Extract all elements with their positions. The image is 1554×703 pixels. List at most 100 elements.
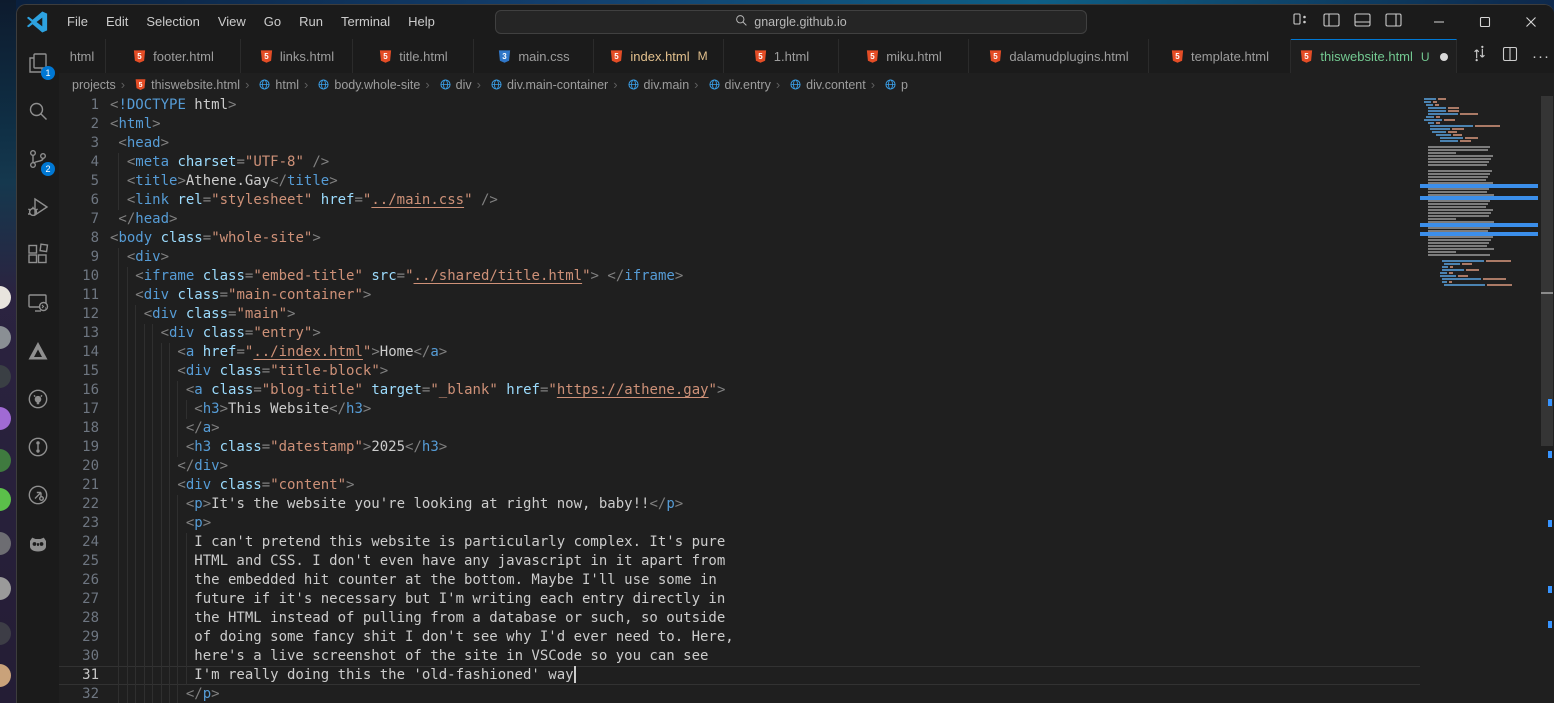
source-control-icon[interactable]: 2 bbox=[17, 135, 59, 183]
code-line-14[interactable]: 14<a href="../index.html">Home</a> bbox=[59, 343, 1420, 362]
code-line-21[interactable]: 21<div class="content"> bbox=[59, 476, 1420, 495]
maximize-button[interactable] bbox=[1462, 5, 1508, 39]
breadcrumb-item-projects[interactable]: projects bbox=[72, 78, 116, 92]
code-line-12[interactable]: 12<div class="main"> bbox=[59, 305, 1420, 324]
indent-guide bbox=[152, 381, 153, 400]
indent-guide bbox=[177, 685, 178, 703]
code-line-11[interactable]: 11<div class="main-container"> bbox=[59, 286, 1420, 305]
code-line-16[interactable]: 16<a class="blog-title" target="_blank" … bbox=[59, 381, 1420, 400]
line-number: 14 bbox=[59, 343, 99, 362]
tab-1.html[interactable]: 51.html bbox=[724, 39, 839, 73]
breadcrumb-item-div.main-container[interactable]: ›div.main-container bbox=[472, 77, 609, 92]
code-line-7[interactable]: 7</head> bbox=[59, 210, 1420, 229]
code-line-1[interactable]: 1<!DOCTYPE html> bbox=[59, 96, 1420, 115]
code-line-23[interactable]: 23<p> bbox=[59, 514, 1420, 533]
menu-go[interactable]: Go bbox=[255, 5, 290, 39]
code-line-32[interactable]: 32</p> bbox=[59, 685, 1420, 703]
menu-help[interactable]: Help bbox=[399, 5, 444, 39]
breadcrumb-item-div[interactable]: ›div bbox=[420, 77, 471, 92]
menu-run[interactable]: Run bbox=[290, 5, 332, 39]
breadcrumb-item-div.entry[interactable]: ›div.entry bbox=[689, 77, 771, 92]
breadcrumb-item-body.whole-site[interactable]: ›body.whole-site bbox=[299, 77, 420, 92]
explorer-icon[interactable]: 1 bbox=[17, 39, 59, 87]
chevron-right-icon: › bbox=[613, 77, 617, 92]
html-file-icon: 5 bbox=[753, 49, 768, 64]
menu-file[interactable]: File bbox=[58, 5, 97, 39]
breadcrumb-item-html[interactable]: ›html bbox=[240, 77, 299, 92]
scrollbar-slider[interactable] bbox=[1541, 96, 1553, 446]
tab-footer.html[interactable]: 5footer.html bbox=[106, 39, 241, 73]
code-line-5[interactable]: 5<title>Athene.Gay</title> bbox=[59, 172, 1420, 191]
code-line-20[interactable]: 20</div> bbox=[59, 457, 1420, 476]
code-line-10[interactable]: 10<iframe class="embed-title" src="../sh… bbox=[59, 267, 1420, 286]
breadcrumb-item-thiswebsite.html[interactable]: ›5thiswebsite.html bbox=[116, 77, 240, 92]
code-line-2[interactable]: 2<html> bbox=[59, 115, 1420, 134]
remote-explorer-icon[interactable] bbox=[17, 279, 59, 327]
toggle-sidebar-icon[interactable] bbox=[1323, 13, 1340, 32]
code-line-25[interactable]: 25HTML and CSS. I don't even have any ja… bbox=[59, 552, 1420, 571]
tab-index.html[interactable]: 5index.htmlM bbox=[594, 39, 724, 73]
run-debug-icon[interactable] bbox=[17, 183, 59, 231]
code-line-30[interactable]: 30here's a live screenshot of the site i… bbox=[59, 647, 1420, 666]
menu-edit[interactable]: Edit bbox=[97, 5, 137, 39]
tab-main.css[interactable]: 3main.css bbox=[474, 39, 594, 73]
code-line-6[interactable]: 6<link rel="stylesheet" href="../main.cs… bbox=[59, 191, 1420, 210]
code-line-28[interactable]: 28the HTML instead of pulling from a dat… bbox=[59, 609, 1420, 628]
toggle-secondary-sidebar-icon[interactable] bbox=[1385, 13, 1402, 32]
code-line-29[interactable]: 29of doing some fancy shit I don't see w… bbox=[59, 628, 1420, 647]
menu-terminal[interactable]: Terminal bbox=[332, 5, 399, 39]
code-line-18[interactable]: 18</a> bbox=[59, 419, 1420, 438]
close-button[interactable] bbox=[1508, 5, 1554, 39]
more-actions-icon[interactable]: ··· bbox=[1532, 48, 1550, 65]
open-changes-icon[interactable] bbox=[1471, 45, 1488, 67]
code-line-8[interactable]: 8<body class="whole-site"> bbox=[59, 229, 1420, 248]
code-line-17[interactable]: 17<h3>This Website</h3> bbox=[59, 400, 1420, 419]
godot-icon[interactable] bbox=[17, 519, 59, 567]
indent-guide bbox=[135, 666, 136, 685]
git-graph-icon[interactable] bbox=[17, 423, 59, 471]
breadcrumb-item-p[interactable]: ›p bbox=[866, 77, 908, 92]
search-icon[interactable] bbox=[17, 87, 59, 135]
indent-guide bbox=[127, 571, 128, 590]
code-area[interactable]: 1<!DOCTYPE html>2<html>3<head>4<meta cha… bbox=[59, 96, 1420, 703]
code-line-19[interactable]: 19<h3 class="datestamp">2025</h3> bbox=[59, 438, 1420, 457]
code-line-15[interactable]: 15<div class="title-block"> bbox=[59, 362, 1420, 381]
indent-guide bbox=[135, 400, 136, 419]
tab-title.html[interactable]: 5title.html bbox=[353, 39, 474, 73]
tab-miku.html[interactable]: 5miku.html bbox=[839, 39, 969, 73]
command-center[interactable]: gnargle.github.io bbox=[495, 10, 1087, 34]
scrollbar[interactable] bbox=[1540, 96, 1554, 703]
code-line-4[interactable]: 4<meta charset="UTF-8" /> bbox=[59, 153, 1420, 172]
tab-html[interactable]: html bbox=[59, 39, 106, 73]
minimap[interactable] bbox=[1420, 96, 1540, 703]
tab-dalamudplugins.html[interactable]: 5dalamudplugins.html bbox=[969, 39, 1149, 73]
toggle-panel-icon[interactable] bbox=[1354, 13, 1371, 32]
indent-guide bbox=[118, 571, 119, 590]
split-editor-icon[interactable] bbox=[1502, 46, 1518, 67]
github-icon[interactable] bbox=[17, 375, 59, 423]
minimize-button[interactable] bbox=[1416, 5, 1462, 39]
code-line-26[interactable]: 26the embedded hit counter at the bottom… bbox=[59, 571, 1420, 590]
breadcrumb-item-div.content[interactable]: ›div.content bbox=[771, 77, 866, 92]
menu-view[interactable]: View bbox=[209, 5, 255, 39]
gitlens-icon[interactable] bbox=[17, 471, 59, 519]
customize-layout-icon[interactable] bbox=[1293, 12, 1309, 32]
editor[interactable]: 1<!DOCTYPE html>2<html>3<head>4<meta cha… bbox=[59, 96, 1554, 703]
extensions-icon[interactable] bbox=[17, 231, 59, 279]
code-line-3[interactable]: 3<head> bbox=[59, 134, 1420, 153]
tab-template.html[interactable]: 5template.html bbox=[1149, 39, 1291, 73]
line-number: 24 bbox=[59, 533, 99, 552]
code-line-22[interactable]: 22<p>It's the website you're looking at … bbox=[59, 495, 1420, 514]
a-logo-icon[interactable] bbox=[17, 327, 59, 375]
breadcrumb-item-div.main[interactable]: ›div.main bbox=[608, 77, 689, 92]
code-line-31[interactable]: 31I'm really doing this the 'old-fashion… bbox=[59, 666, 1420, 685]
code-line-13[interactable]: 13<div class="entry"> bbox=[59, 324, 1420, 343]
line-number: 29 bbox=[59, 628, 99, 647]
code-line-27[interactable]: 27future if it's necessary but I'm writi… bbox=[59, 590, 1420, 609]
code-line-9[interactable]: 9<div> bbox=[59, 248, 1420, 267]
tab-thiswebsite.html[interactable]: 5thiswebsite.htmlU bbox=[1291, 39, 1457, 73]
indent-guide bbox=[177, 495, 178, 514]
code-line-24[interactable]: 24I can't pretend this website is partic… bbox=[59, 533, 1420, 552]
tab-links.html[interactable]: 5links.html bbox=[241, 39, 353, 73]
menu-selection[interactable]: Selection bbox=[137, 5, 208, 39]
